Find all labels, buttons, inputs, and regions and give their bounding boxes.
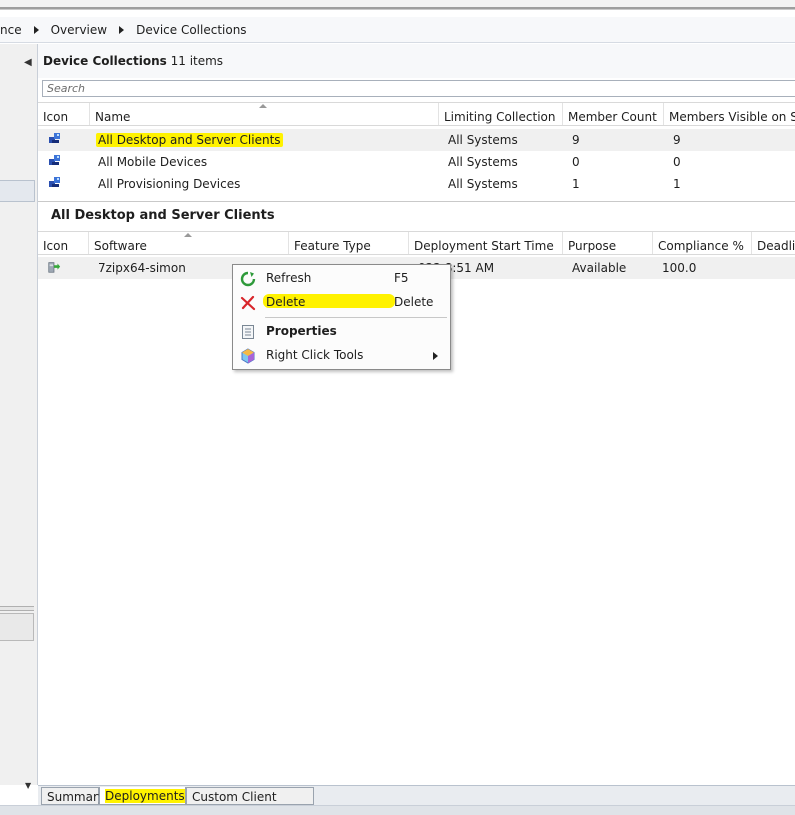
collapse-pane-icon[interactable]: ◀	[24, 57, 32, 68]
limiting-collection: All Systems	[448, 155, 518, 169]
breadcrumb: nce Overview Device Collections	[0, 17, 795, 43]
sort-ascending-icon	[259, 104, 267, 108]
grid-divider[interactable]	[38, 199, 795, 202]
column-header-purpose[interactable]: Purpose	[563, 232, 653, 254]
context-menu-shortcut: Delete	[394, 295, 434, 309]
column-header-member-count[interactable]: Member Count	[563, 103, 664, 125]
column-header-members-visible[interactable]: Members Visible on Site	[664, 103, 795, 125]
context-menu-label: Delete	[266, 295, 306, 309]
collection-name: All Desktop and Server Clients	[96, 133, 283, 147]
context-menu-label: Properties	[266, 324, 337, 338]
sort-ascending-icon	[184, 233, 192, 237]
column-header-compliance[interactable]: Compliance %	[653, 232, 752, 254]
column-header-deadline[interactable]: Deadline	[752, 232, 795, 254]
refresh-icon	[240, 271, 256, 287]
page-title-label: Device Collections	[43, 54, 167, 68]
breadcrumb-separator-icon	[33, 25, 39, 34]
navigation-more-icon[interactable]: ▼	[25, 781, 31, 790]
tab-deployments[interactable]: Deployments	[99, 787, 186, 805]
workspace-tabs: Summary Deployments Custom Client Settin…	[38, 785, 795, 815]
properties-icon	[242, 325, 254, 339]
status-bar	[0, 805, 795, 815]
member-count: 0	[572, 155, 580, 169]
member-count: 1	[572, 177, 580, 191]
column-header-limiting-collection[interactable]: Limiting Collection	[439, 103, 563, 125]
column-header-icon[interactable]: Icon	[38, 232, 89, 254]
collection-name: All Mobile Devices	[98, 155, 208, 169]
window-top-strip	[0, 0, 795, 10]
collections-grid: Icon Name Limiting Collection Member Cou…	[38, 102, 795, 202]
collection-name: All Provisioning Devices	[98, 177, 241, 191]
members-visible: 1	[673, 177, 681, 191]
device-collection-icon	[49, 155, 60, 165]
context-menu-label: Refresh	[266, 271, 312, 285]
table-row[interactable]: All Mobile Devices All Systems 0 0	[38, 151, 795, 173]
limiting-collection: All Systems	[448, 177, 518, 191]
details-title: All Desktop and Server Clients	[51, 208, 275, 223]
column-header-deployment-start-time[interactable]: Deployment Start Time	[409, 232, 563, 254]
column-header-feature-type[interactable]: Feature Type	[289, 232, 409, 254]
members-visible: 9	[673, 133, 681, 147]
context-menu-shortcut: F5	[394, 271, 409, 285]
collections-header: Device Collections 11 items	[38, 44, 795, 78]
search-input[interactable]	[43, 81, 795, 96]
members-visible: 0	[673, 155, 681, 169]
right-click-tools-icon	[241, 348, 255, 364]
context-menu-delete[interactable]: Delete Delete	[233, 291, 450, 315]
context-menu-properties[interactable]: Properties	[233, 320, 450, 344]
tab-deployments-label: Deployments	[105, 789, 185, 803]
page-title: Device Collections 11 items	[43, 54, 223, 68]
column-header-icon[interactable]: Icon	[38, 103, 90, 125]
item-count: 11 items	[170, 54, 224, 68]
delete-icon	[240, 295, 256, 311]
context-menu-right-click-tools[interactable]: Right Click Tools	[233, 344, 450, 368]
main-pane: Device Collections 11 items Icon Name Li…	[38, 44, 795, 785]
navigation-workspace-button[interactable]	[0, 613, 34, 641]
collections-grid-header: Icon Name Limiting Collection Member Cou…	[38, 102, 795, 126]
purpose: Available	[572, 261, 627, 275]
breadcrumb-item-overview[interactable]: Overview	[51, 23, 108, 37]
tab-summary[interactable]: Summary	[41, 787, 105, 805]
deployments-grid-header: Icon Software Feature Type Deployment St…	[38, 231, 795, 255]
application-deployment-icon	[48, 262, 61, 273]
context-menu: Refresh F5 Delete Delete Properties Righ…	[232, 264, 451, 370]
tab-custom-client-settings[interactable]: Custom Client Settings	[186, 787, 314, 815]
table-row[interactable]: All Desktop and Server Clients All Syste…	[38, 129, 795, 151]
context-menu-label: Right Click Tools	[266, 348, 364, 362]
compliance: 100.0	[662, 261, 697, 275]
context-menu-separator	[265, 317, 447, 318]
search-box[interactable]	[42, 80, 795, 97]
navigation-selected-item[interactable]	[0, 180, 35, 202]
limiting-collection: All Systems	[448, 133, 518, 147]
breadcrumb-item-device-collections[interactable]: Device Collections	[136, 23, 246, 37]
pane-splitter[interactable]	[0, 606, 34, 611]
table-row[interactable]: All Provisioning Devices All Systems 1 1	[38, 173, 795, 195]
breadcrumb-separator-icon	[119, 25, 125, 34]
member-count: 9	[572, 133, 580, 147]
navigation-pane: ◀ ▼	[0, 44, 38, 790]
breadcrumb-item-parent[interactable]: nce	[0, 23, 22, 37]
device-collection-icon	[49, 133, 60, 143]
submenu-arrow-icon	[433, 352, 438, 360]
context-menu-refresh[interactable]: Refresh F5	[233, 267, 450, 291]
device-collection-icon	[49, 177, 60, 187]
